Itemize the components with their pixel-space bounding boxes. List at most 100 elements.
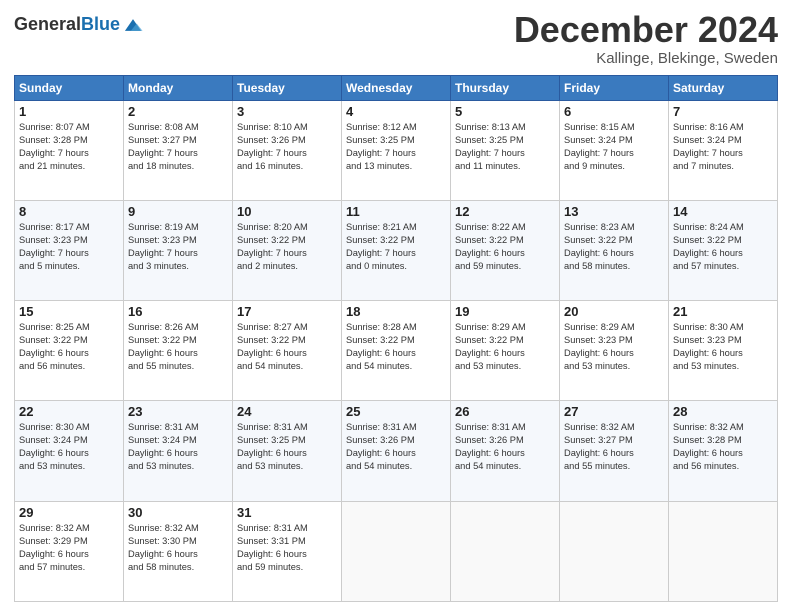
cell-content: Sunrise: 8:30 AMSunset: 3:24 PMDaylight:… — [19, 421, 119, 473]
cell-content: Sunrise: 8:12 AMSunset: 3:25 PMDaylight:… — [346, 121, 446, 173]
day-number: 9 — [128, 204, 228, 219]
calendar-cell: 29 Sunrise: 8:32 AMSunset: 3:29 PMDaylig… — [15, 501, 124, 601]
calendar-cell: 26 Sunrise: 8:31 AMSunset: 3:26 PMDaylig… — [451, 401, 560, 501]
cell-content: Sunrise: 8:21 AMSunset: 3:22 PMDaylight:… — [346, 221, 446, 273]
cell-content: Sunrise: 8:31 AMSunset: 3:24 PMDaylight:… — [128, 421, 228, 473]
cell-content: Sunrise: 8:31 AMSunset: 3:26 PMDaylight:… — [455, 421, 555, 473]
cell-content: Sunrise: 8:32 AMSunset: 3:27 PMDaylight:… — [564, 421, 664, 473]
day-number: 11 — [346, 204, 446, 219]
cell-content: Sunrise: 8:25 AMSunset: 3:22 PMDaylight:… — [19, 321, 119, 373]
cell-content: Sunrise: 8:23 AMSunset: 3:22 PMDaylight:… — [564, 221, 664, 273]
subtitle: Kallinge, Blekinge, Sweden — [514, 50, 778, 67]
day-number: 28 — [673, 404, 773, 419]
calendar-week-row: 15 Sunrise: 8:25 AMSunset: 3:22 PMDaylig… — [15, 301, 778, 401]
cell-content: Sunrise: 8:17 AMSunset: 3:23 PMDaylight:… — [19, 221, 119, 273]
calendar-cell — [669, 501, 778, 601]
calendar-cell: 4 Sunrise: 8:12 AMSunset: 3:25 PMDayligh… — [342, 100, 451, 200]
calendar-cell: 28 Sunrise: 8:32 AMSunset: 3:28 PMDaylig… — [669, 401, 778, 501]
calendar-cell: 16 Sunrise: 8:26 AMSunset: 3:22 PMDaylig… — [124, 301, 233, 401]
calendar-cell: 3 Sunrise: 8:10 AMSunset: 3:26 PMDayligh… — [233, 100, 342, 200]
calendar-week-row: 1 Sunrise: 8:07 AMSunset: 3:28 PMDayligh… — [15, 100, 778, 200]
calendar-header-monday: Monday — [124, 75, 233, 100]
calendar-cell: 12 Sunrise: 8:22 AMSunset: 3:22 PMDaylig… — [451, 200, 560, 300]
cell-content: Sunrise: 8:29 AMSunset: 3:23 PMDaylight:… — [564, 321, 664, 373]
calendar-cell: 9 Sunrise: 8:19 AMSunset: 3:23 PMDayligh… — [124, 200, 233, 300]
cell-content: Sunrise: 8:29 AMSunset: 3:22 PMDaylight:… — [455, 321, 555, 373]
title-block: December 2024 Kallinge, Blekinge, Sweden — [514, 10, 778, 67]
day-number: 6 — [564, 104, 664, 119]
calendar-cell: 27 Sunrise: 8:32 AMSunset: 3:27 PMDaylig… — [560, 401, 669, 501]
cell-content: Sunrise: 8:28 AMSunset: 3:22 PMDaylight:… — [346, 321, 446, 373]
calendar-header-friday: Friday — [560, 75, 669, 100]
calendar-cell: 1 Sunrise: 8:07 AMSunset: 3:28 PMDayligh… — [15, 100, 124, 200]
cell-content: Sunrise: 8:07 AMSunset: 3:28 PMDaylight:… — [19, 121, 119, 173]
day-number: 22 — [19, 404, 119, 419]
calendar-cell — [560, 501, 669, 601]
calendar-header-tuesday: Tuesday — [233, 75, 342, 100]
calendar-cell: 8 Sunrise: 8:17 AMSunset: 3:23 PMDayligh… — [15, 200, 124, 300]
calendar-cell: 22 Sunrise: 8:30 AMSunset: 3:24 PMDaylig… — [15, 401, 124, 501]
cell-content: Sunrise: 8:32 AMSunset: 3:28 PMDaylight:… — [673, 421, 773, 473]
cell-content: Sunrise: 8:20 AMSunset: 3:22 PMDaylight:… — [237, 221, 337, 273]
day-number: 5 — [455, 104, 555, 119]
calendar-cell — [451, 501, 560, 601]
calendar-cell: 15 Sunrise: 8:25 AMSunset: 3:22 PMDaylig… — [15, 301, 124, 401]
calendar-cell: 21 Sunrise: 8:30 AMSunset: 3:23 PMDaylig… — [669, 301, 778, 401]
cell-content: Sunrise: 8:31 AMSunset: 3:31 PMDaylight:… — [237, 522, 337, 574]
day-number: 2 — [128, 104, 228, 119]
day-number: 13 — [564, 204, 664, 219]
day-number: 23 — [128, 404, 228, 419]
calendar-table: SundayMondayTuesdayWednesdayThursdayFrid… — [14, 75, 778, 602]
cell-content: Sunrise: 8:16 AMSunset: 3:24 PMDaylight:… — [673, 121, 773, 173]
cell-content: Sunrise: 8:31 AMSunset: 3:26 PMDaylight:… — [346, 421, 446, 473]
cell-content: Sunrise: 8:08 AMSunset: 3:27 PMDaylight:… — [128, 121, 228, 173]
calendar-cell: 14 Sunrise: 8:24 AMSunset: 3:22 PMDaylig… — [669, 200, 778, 300]
calendar-cell: 10 Sunrise: 8:20 AMSunset: 3:22 PMDaylig… — [233, 200, 342, 300]
calendar-cell: 13 Sunrise: 8:23 AMSunset: 3:22 PMDaylig… — [560, 200, 669, 300]
day-number: 7 — [673, 104, 773, 119]
day-number: 17 — [237, 304, 337, 319]
day-number: 4 — [346, 104, 446, 119]
day-number: 19 — [455, 304, 555, 319]
day-number: 29 — [19, 505, 119, 520]
calendar-week-row: 22 Sunrise: 8:30 AMSunset: 3:24 PMDaylig… — [15, 401, 778, 501]
calendar-week-row: 8 Sunrise: 8:17 AMSunset: 3:23 PMDayligh… — [15, 200, 778, 300]
day-number: 24 — [237, 404, 337, 419]
calendar-cell: 7 Sunrise: 8:16 AMSunset: 3:24 PMDayligh… — [669, 100, 778, 200]
calendar-week-row: 29 Sunrise: 8:32 AMSunset: 3:29 PMDaylig… — [15, 501, 778, 601]
day-number: 21 — [673, 304, 773, 319]
cell-content: Sunrise: 8:32 AMSunset: 3:30 PMDaylight:… — [128, 522, 228, 574]
calendar-header-saturday: Saturday — [669, 75, 778, 100]
calendar-header-thursday: Thursday — [451, 75, 560, 100]
logo: GeneralBlue — [14, 14, 144, 36]
calendar-cell: 31 Sunrise: 8:31 AMSunset: 3:31 PMDaylig… — [233, 501, 342, 601]
day-number: 15 — [19, 304, 119, 319]
calendar-cell: 18 Sunrise: 8:28 AMSunset: 3:22 PMDaylig… — [342, 301, 451, 401]
cell-content: Sunrise: 8:19 AMSunset: 3:23 PMDaylight:… — [128, 221, 228, 273]
calendar-cell: 23 Sunrise: 8:31 AMSunset: 3:24 PMDaylig… — [124, 401, 233, 501]
calendar-cell: 30 Sunrise: 8:32 AMSunset: 3:30 PMDaylig… — [124, 501, 233, 601]
calendar-header-sunday: Sunday — [15, 75, 124, 100]
calendar-cell: 24 Sunrise: 8:31 AMSunset: 3:25 PMDaylig… — [233, 401, 342, 501]
calendar-cell: 20 Sunrise: 8:29 AMSunset: 3:23 PMDaylig… — [560, 301, 669, 401]
cell-content: Sunrise: 8:31 AMSunset: 3:25 PMDaylight:… — [237, 421, 337, 473]
day-number: 20 — [564, 304, 664, 319]
main-title: December 2024 — [514, 10, 778, 50]
day-number: 18 — [346, 304, 446, 319]
cell-content: Sunrise: 8:27 AMSunset: 3:22 PMDaylight:… — [237, 321, 337, 373]
day-number: 12 — [455, 204, 555, 219]
day-number: 16 — [128, 304, 228, 319]
calendar-cell: 19 Sunrise: 8:29 AMSunset: 3:22 PMDaylig… — [451, 301, 560, 401]
day-number: 14 — [673, 204, 773, 219]
day-number: 1 — [19, 104, 119, 119]
logo-icon — [122, 14, 144, 36]
cell-content: Sunrise: 8:22 AMSunset: 3:22 PMDaylight:… — [455, 221, 555, 273]
calendar-header-row: SundayMondayTuesdayWednesdayThursdayFrid… — [15, 75, 778, 100]
day-number: 30 — [128, 505, 228, 520]
day-number: 8 — [19, 204, 119, 219]
cell-content: Sunrise: 8:32 AMSunset: 3:29 PMDaylight:… — [19, 522, 119, 574]
calendar-cell: 25 Sunrise: 8:31 AMSunset: 3:26 PMDaylig… — [342, 401, 451, 501]
cell-content: Sunrise: 8:24 AMSunset: 3:22 PMDaylight:… — [673, 221, 773, 273]
day-number: 26 — [455, 404, 555, 419]
day-number: 31 — [237, 505, 337, 520]
